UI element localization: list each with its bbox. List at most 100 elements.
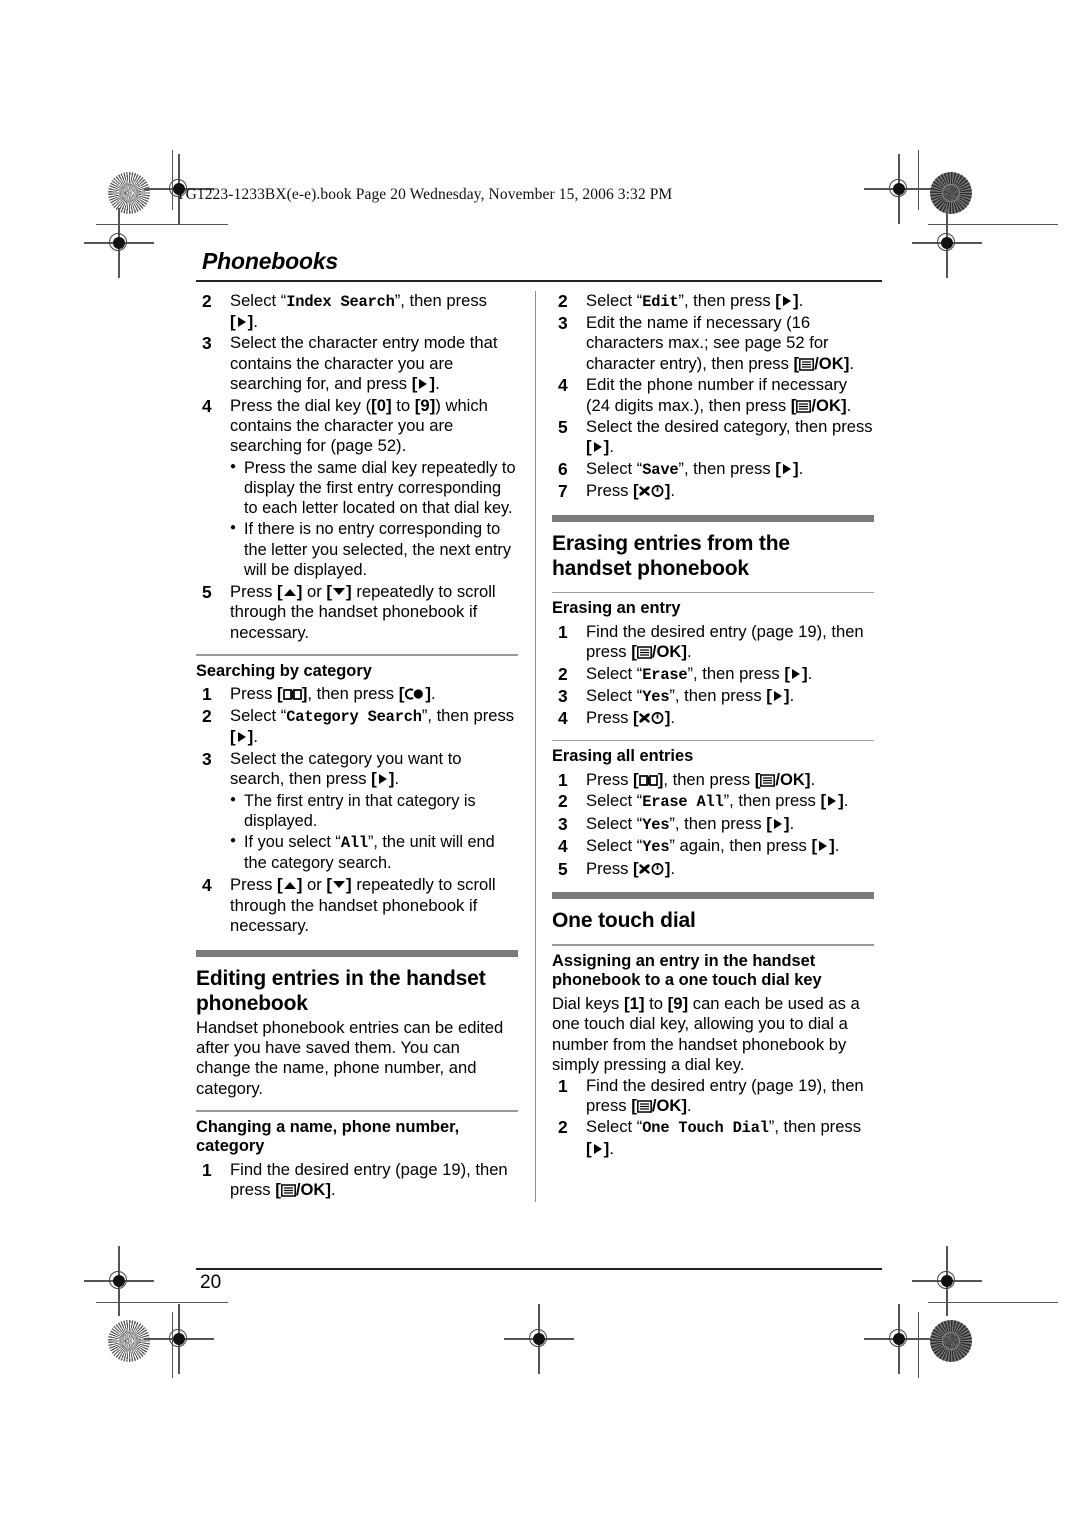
step-number: 3 <box>202 748 212 769</box>
step-item: 1 Find the desired entry (page 19), then … <box>196 1160 518 1201</box>
step-number: 5 <box>558 858 568 879</box>
phonebook-book-icon <box>638 772 658 786</box>
running-head: Phonebooks <box>202 248 339 274</box>
up-arrow-key-icon <box>283 878 297 892</box>
step-text: Select “Erase All”, then press []. <box>586 791 849 812</box>
step-item: 4 Press the dial key ([0] to [9]) which c… <box>196 396 518 580</box>
step-item: 1 Find the desired entry (page 19), then … <box>552 622 874 663</box>
step-bullet-list: The first entry in that category is disp… <box>230 789 518 874</box>
key-reference: [/OK] <box>790 395 847 415</box>
step-number: 3 <box>558 813 568 834</box>
key-reference: [/OK] <box>275 1180 332 1200</box>
step-text: Press [] or [] repeatedly to scroll thro… <box>230 875 496 936</box>
step-item: 5 Press [] or [] repeatedly to scroll thr… <box>196 582 518 643</box>
heading-editing-entries: Editing entries in the handset phonebook <box>196 966 486 1015</box>
right-arrow-key-icon <box>772 689 784 703</box>
key-reference: [] <box>766 686 790 706</box>
menu-item-label: Index Search <box>286 292 395 311</box>
key-reference: [] <box>633 708 671 728</box>
step-text: Edit the name if necessary (16 character… <box>586 313 854 373</box>
phonebook-book-icon <box>282 686 302 701</box>
star-target-mark-bottom-left <box>108 1320 150 1362</box>
star-target-mark-top-left <box>108 172 150 214</box>
key-reference: [] <box>811 836 835 856</box>
registration-mark-bottom-left-inner <box>144 1304 214 1374</box>
key-reference: [] <box>277 684 308 704</box>
down-arrow-key-icon <box>332 585 346 599</box>
registration-mark-bottom-center <box>504 1304 574 1374</box>
up-arrow-key-icon <box>283 585 297 599</box>
key-reference: [/OK] <box>631 1095 688 1115</box>
key-reference: [/OK] <box>793 353 850 373</box>
step-number: 4 <box>558 708 568 729</box>
right-arrow-key-icon <box>772 817 784 831</box>
step-number: 3 <box>558 313 568 333</box>
right-arrow-key-icon <box>377 772 389 786</box>
step-item: 4 Select “Yes” again, then press []. <box>552 836 874 857</box>
step-text: Press []. <box>586 481 675 501</box>
heading-assigning-entry: Assigning an entry in the handset phoneb… <box>552 951 822 990</box>
step-number: 3 <box>202 333 212 354</box>
step-item: 7 Press []. <box>552 481 874 501</box>
step-item: 2 Select “One Touch Dial”, then press []. <box>552 1117 874 1159</box>
menu-item-label: Erase All <box>642 793 724 812</box>
right-arrow-key-icon <box>781 462 793 476</box>
changing-name-steps: 1 Find the desired entry (page 19), then … <box>196 1160 518 1201</box>
dial-key-label: [0] <box>371 395 392 415</box>
right-arrow-key-icon <box>826 794 838 808</box>
step-text: Select the character entry mode that con… <box>230 333 498 394</box>
page-content: Phonebooks 2 Select “Index Search”, then … <box>196 248 882 1278</box>
step-item: 2 Select “Edit”, then press []. <box>552 291 874 312</box>
page-number: 20 <box>200 1272 222 1293</box>
key-reference: [] <box>633 770 664 790</box>
step-item: 1 Find the desired entry (page 19), then … <box>552 1076 874 1117</box>
step-text: Edit the phone number if necessary (24 d… <box>586 375 852 415</box>
step-text: Select “Edit”, then press []. <box>586 290 804 311</box>
vertical-trim-right-bottom <box>918 1312 920 1378</box>
step-number: 4 <box>202 875 212 896</box>
right-arrow-key-icon <box>592 440 604 454</box>
step-item: 3 Select the character entry mode that co… <box>196 333 518 394</box>
erasing-all-entries-steps: 1 Press [], then press [/OK]. 2 Select “Era… <box>552 770 874 879</box>
menu-item-label: Edit <box>642 292 679 311</box>
step-text: Press [], then press [/OK]. <box>586 770 816 790</box>
step-item: 4 Press []. <box>552 708 874 728</box>
bullet-item: If you select “All”, the unit will end t… <box>230 831 518 873</box>
step-text: Press []. <box>586 708 675 728</box>
talk-key-icon <box>404 686 425 701</box>
dial-key-label: [1] <box>623 993 645 1013</box>
step-item: 3 Select “Yes”, then press []. <box>552 686 874 707</box>
step-text: Find the desired entry (page 19), then p… <box>230 1159 508 1200</box>
dial-key-label: [9] <box>667 993 689 1013</box>
step-number: 7 <box>558 481 568 502</box>
heading-changing-name-phone-category: Changing a name, phone number, category <box>196 1117 460 1156</box>
registration-mark-left-upper <box>84 208 154 278</box>
two-column-body: 2 Select “Index Search”, then press []. 3 S… <box>196 290 882 1202</box>
step-item: 4 Press [] or [] repeatedly to scroll thr… <box>196 875 518 936</box>
page-number-rule <box>196 1268 882 1270</box>
paragraph-one-touch-dial: Dial keys [1] to [9] can each be used as… <box>552 993 860 1075</box>
step-text: Select “Yes” again, then press []. <box>586 836 840 857</box>
right-arrow-key-icon <box>236 730 248 744</box>
step-text: Press []. <box>586 858 675 878</box>
bullet-item: If there is no entry corresponding to th… <box>230 518 518 580</box>
step-text: Select “Erase”, then press []. <box>586 663 813 684</box>
step-text: Press [] or [] repeatedly to scroll thro… <box>230 582 496 642</box>
index-search-steps: 2 Select “Index Search”, then press []. 3 S… <box>196 291 518 644</box>
key-reference: [] <box>784 663 808 683</box>
step-text: Select “Index Search”, then press []. <box>230 290 487 331</box>
dial-key-label: [9] <box>414 395 436 415</box>
right-column: 2 Select “Edit”, then press []. 3 Edit the … <box>530 291 874 1202</box>
key-reference: [] <box>775 458 799 478</box>
book-file-header: TG1223-1233BX(e-e).book Page 20 Wednesda… <box>176 186 673 203</box>
step-number: 4 <box>558 375 568 396</box>
step-number: 4 <box>202 395 212 416</box>
heading-erasing-entries: Erasing entries from the handset phonebo… <box>552 531 790 580</box>
heading-searching-by-category: Searching by category <box>196 661 372 680</box>
step-text: Select the desired category, then press … <box>586 417 873 457</box>
step-text: Select “Save”, then press []. <box>586 458 804 479</box>
menu-ok-key-icon <box>760 772 776 787</box>
step-number: 1 <box>202 684 212 705</box>
star-target-mark-top-right <box>930 172 972 214</box>
key-reference: [] <box>230 312 254 331</box>
